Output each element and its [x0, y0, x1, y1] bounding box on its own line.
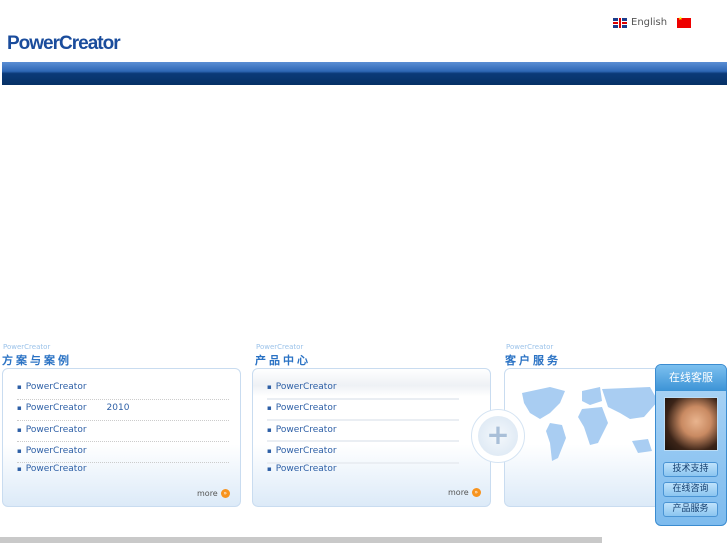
- list-item[interactable]: ▪ PowerCreator: [267, 382, 479, 392]
- section-subtitle: PowerCreator: [506, 343, 554, 351]
- section-subtitle: PowerCreator: [256, 343, 304, 351]
- divider: [267, 419, 459, 421]
- list-item[interactable]: ▪ PowerCreator: [17, 382, 229, 392]
- more-label: more: [197, 489, 218, 498]
- item-label: PowerCreator: [275, 382, 337, 392]
- divider: [17, 420, 229, 421]
- divider: [267, 398, 459, 400]
- section-title-solutions: 方案与案例: [2, 354, 72, 367]
- list-item[interactable]: ▪ PowerCreator: [17, 464, 229, 474]
- item-label: PowerCreator: [275, 464, 337, 474]
- item-label: PowerCreator: [275, 425, 337, 435]
- arrow-right-icon: »: [220, 489, 230, 498]
- online-service-widget: 在线客服 技术支持 在线咨询 产品服务: [655, 364, 727, 526]
- logo[interactable]: PowerCreator: [7, 33, 121, 55]
- support-agent-photo: [664, 397, 718, 451]
- plus-icon: +: [478, 416, 518, 456]
- item-label: PowerCreator: [275, 446, 337, 456]
- list-item[interactable]: ▪ PowerCreator: [17, 446, 229, 456]
- uk-flag-icon[interactable]: [613, 17, 627, 28]
- products-panel: ▪ PowerCreator ▪ PowerCreator ▪ PowerCreato…: [252, 368, 491, 507]
- divider: [17, 441, 229, 442]
- list-item[interactable]: ▪ PowerCreator: [267, 464, 479, 474]
- tech-support-button[interactable]: 技术支持: [663, 462, 718, 477]
- horizontal-scrollbar[interactable]: [0, 537, 602, 543]
- section-title-service: 客户服务: [505, 354, 561, 367]
- divider: [267, 440, 459, 442]
- online-consult-button[interactable]: 在线咨询: [663, 482, 718, 497]
- expand-button[interactable]: +: [471, 409, 525, 463]
- list-item[interactable]: ▪ PowerCreator 2010: [17, 403, 229, 413]
- arrow-right-icon: »: [471, 488, 481, 497]
- china-flag-icon[interactable]: [677, 16, 692, 28]
- item-label: PowerCreator: [25, 425, 87, 435]
- world-map-image: [522, 387, 658, 461]
- item-label: PowerCreator 2010: [25, 403, 130, 413]
- widget-title: 在线客服: [656, 365, 726, 391]
- divider: [17, 399, 229, 400]
- nav-bar: [2, 62, 727, 85]
- list-item[interactable]: ▪ PowerCreator: [267, 446, 479, 456]
- item-label: PowerCreator: [25, 464, 87, 474]
- list-item[interactable]: ▪ PowerCreator: [17, 425, 229, 435]
- solutions-panel: ▪ PowerCreator ▪ PowerCreator 2010 ▪ PowerC…: [2, 368, 241, 507]
- divider: [17, 462, 229, 463]
- more-label: more: [448, 488, 469, 497]
- more-link[interactable]: more»: [197, 489, 230, 498]
- section-title-products: 产品中心: [255, 354, 311, 367]
- list-item[interactable]: ▪ PowerCreator: [267, 403, 479, 413]
- item-label: PowerCreator: [25, 382, 87, 392]
- more-link[interactable]: more»: [448, 488, 481, 497]
- section-subtitle: PowerCreator: [3, 343, 51, 351]
- item-label: PowerCreator: [275, 403, 337, 413]
- list-item[interactable]: ▪ PowerCreator: [267, 425, 479, 435]
- product-service-button[interactable]: 产品服务: [663, 502, 718, 517]
- item-label: PowerCreator: [25, 446, 87, 456]
- english-link[interactable]: English: [631, 17, 667, 28]
- language-switcher: English: [613, 16, 692, 28]
